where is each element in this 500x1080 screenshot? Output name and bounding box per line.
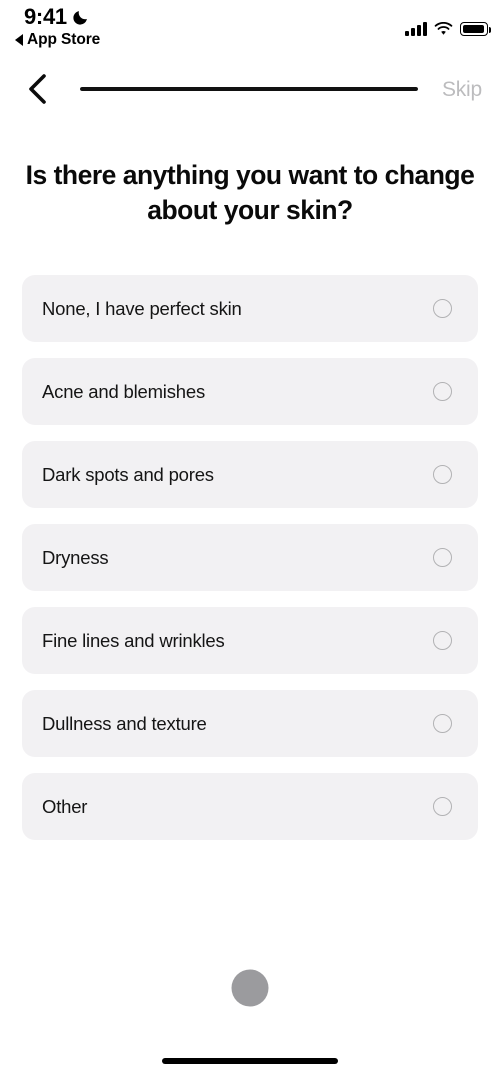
option-radio-button[interactable] bbox=[433, 714, 452, 733]
option-radio-button[interactable] bbox=[433, 465, 452, 484]
option-label: Acne and blemishes bbox=[42, 380, 205, 402]
option-radio-button[interactable] bbox=[433, 299, 452, 318]
wifi-icon bbox=[434, 22, 453, 35]
option-row[interactable]: Dullness and texture bbox=[22, 690, 478, 757]
page-title: Is there anything you want to change abo… bbox=[25, 160, 475, 225]
status-bar-left: 9:41 App Store bbox=[15, 6, 100, 48]
option-row[interactable]: Other bbox=[22, 773, 478, 840]
progress-bar bbox=[80, 87, 418, 91]
option-radio-button[interactable] bbox=[433, 548, 452, 567]
option-label: Dryness bbox=[42, 546, 109, 568]
option-radio-button[interactable] bbox=[433, 797, 452, 816]
back-button[interactable] bbox=[16, 68, 58, 110]
option-row[interactable]: Dark spots and pores bbox=[22, 441, 478, 508]
option-radio-button[interactable] bbox=[433, 631, 452, 650]
status-bar: 9:41 App Store bbox=[0, 0, 500, 62]
home-indicator bbox=[162, 1058, 338, 1064]
skip-button[interactable]: Skip bbox=[436, 74, 488, 106]
option-label: None, I have perfect skin bbox=[42, 297, 242, 319]
option-row[interactable]: Fine lines and wrinkles bbox=[22, 607, 478, 674]
cellular-signal-icon bbox=[405, 22, 427, 36]
options-list: None, I have perfect skin Acne and blemis… bbox=[22, 275, 478, 840]
onboarding-screen: 9:41 App Store Skip Is there anything yo… bbox=[0, 0, 500, 1080]
back-triangle-icon bbox=[15, 33, 23, 46]
moon-icon bbox=[73, 10, 87, 25]
status-bar-right bbox=[405, 18, 492, 36]
status-time-group: 9:41 bbox=[24, 6, 89, 28]
option-row[interactable]: None, I have perfect skin bbox=[22, 275, 478, 342]
progress-bar-fill bbox=[80, 87, 418, 91]
navigation-bar: Skip bbox=[0, 66, 500, 114]
status-time: 9:41 bbox=[24, 4, 67, 29]
option-label: Dark spots and pores bbox=[42, 463, 214, 485]
return-to-app-button[interactable]: App Store bbox=[15, 32, 100, 48]
return-app-label: App Store bbox=[27, 31, 101, 48]
chevron-left-icon bbox=[29, 74, 46, 104]
option-label: Fine lines and wrinkles bbox=[42, 629, 225, 651]
option-label: Dullness and texture bbox=[42, 712, 207, 734]
option-radio-button[interactable] bbox=[433, 382, 452, 401]
option-label: Other bbox=[42, 795, 88, 817]
option-row[interactable]: Dryness bbox=[22, 524, 478, 591]
option-row[interactable]: Acne and blemishes bbox=[22, 358, 478, 425]
continue-button[interactable] bbox=[231, 969, 269, 1007]
battery-full-icon bbox=[460, 22, 492, 36]
